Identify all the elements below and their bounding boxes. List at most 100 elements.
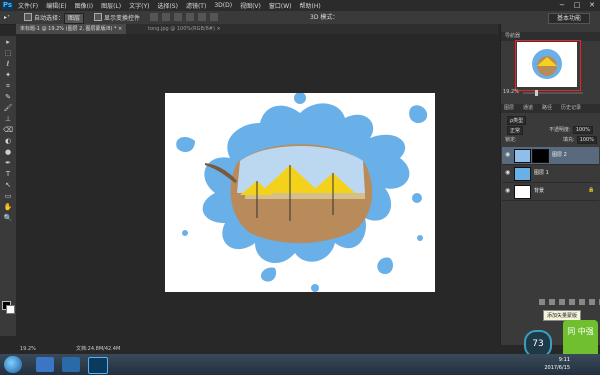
group-icon[interactable] [579, 299, 585, 305]
layer-name[interactable]: 背景 [534, 187, 544, 194]
navigator-zoom[interactable]: 19.2% [503, 89, 519, 95]
move-tool-icon[interactable]: ▸ [3, 38, 13, 47]
tab-layers[interactable]: 图层 [504, 104, 514, 113]
blend-mode-select[interactable]: 正常 [505, 126, 524, 135]
eye-icon[interactable]: ◉ [505, 187, 512, 194]
heal-brush-icon[interactable]: 🖌 [3, 104, 13, 113]
path-select-icon[interactable]: ↖ [3, 181, 13, 190]
layer-row-1[interactable]: ◉ 图层 1 [502, 165, 599, 183]
workspace-selector[interactable]: 基本功能 [548, 13, 590, 24]
link-icon[interactable] [539, 299, 545, 305]
zoom-tool-icon[interactable]: 🔍 [3, 214, 13, 223]
layer-name[interactable]: 图层 2 [552, 151, 567, 158]
crop-tool-icon[interactable]: ⌗ [3, 82, 13, 91]
close-button[interactable]: ✕ [586, 1, 598, 9]
window-controls: − □ ✕ [556, 1, 598, 9]
align-top-icon[interactable] [150, 13, 158, 21]
new-layer-icon[interactable] [589, 299, 595, 305]
menu-view[interactable]: 视图(V) [240, 1, 261, 10]
doc-size[interactable]: 文档:24.8M/42.4M [76, 345, 120, 354]
opacity-control[interactable]: 不透明度: 100% [549, 126, 593, 134]
eye-icon[interactable]: ◉ [505, 169, 512, 176]
tab-tong[interactable]: tong.jpg @ 100%(RGB/8#) × [144, 24, 225, 34]
dodge-tool-icon[interactable]: ● [3, 148, 13, 157]
gradient-tool-icon[interactable]: ◐ [3, 137, 13, 146]
menu-type[interactable]: 文字(Y) [129, 1, 149, 10]
fill-value[interactable]: 100% [576, 136, 597, 144]
tab-history[interactable]: 历史记录 [561, 104, 581, 113]
align-left-icon[interactable] [186, 13, 194, 21]
menu-layer[interactable]: 图层(L) [101, 1, 121, 10]
menu-window[interactable]: 窗口(W) [269, 1, 292, 10]
shape-tool-icon[interactable]: ▭ [3, 192, 13, 201]
shield-icon[interactable] [62, 357, 80, 372]
layer-row-background[interactable]: ◉ 背景 🔒 [502, 183, 599, 201]
layer-row-2[interactable]: ◉ 图层 2 [502, 147, 599, 165]
menu-file[interactable]: 文件(F) [18, 1, 38, 10]
tab-untitled[interactable]: 未标题-1 @ 19.2% (图层 2, 图层蒙版/8) * × [16, 24, 127, 34]
zoom-readout[interactable]: 19.2% [20, 345, 36, 354]
photoshop-icon[interactable] [88, 357, 108, 374]
clock[interactable]: 9:11 2017/6/15 [544, 356, 570, 372]
close-icon[interactable]: × [217, 26, 221, 32]
tab-paths[interactable]: 路径 [542, 104, 552, 113]
layer-thumbnail [514, 185, 531, 199]
clock-date: 2017/6/15 [544, 365, 570, 371]
auto-select-dropdown[interactable]: 图层 [64, 13, 85, 24]
photoshop-logo: Ps [2, 1, 13, 10]
layers-tabs: 图层 通道 路径 历史记录 [501, 104, 600, 113]
maximize-button[interactable]: □ [571, 1, 583, 9]
align-middle-icon[interactable] [162, 13, 170, 21]
show-transform-checkbox[interactable]: 显示变换控件 [94, 13, 140, 22]
align-right-icon[interactable] [210, 13, 218, 21]
hand-tool-icon[interactable]: ✋ [3, 203, 13, 212]
auto-select-checkbox[interactable]: 自动选择： [24, 13, 64, 22]
fill-control[interactable]: 填充: 100% [563, 136, 597, 144]
layer-mask-thumbnail[interactable] [532, 149, 549, 163]
slider-handle[interactable] [535, 90, 538, 96]
blend-value: 正常 [507, 126, 524, 135]
start-button[interactable] [4, 356, 22, 373]
layer-kind-filter[interactable]: ρ类型 [505, 116, 527, 125]
minimize-button[interactable]: − [556, 1, 568, 9]
layer-thumbnail [514, 167, 531, 181]
kind-value: ρ类型 [507, 116, 527, 125]
lasso-tool-icon[interactable]: ℓ [3, 60, 13, 69]
move-tool-icon[interactable]: ▸⁺ [4, 13, 10, 22]
navigator-thumbnail[interactable] [517, 42, 577, 87]
show-transform-label: 显示变换控件 [104, 15, 141, 22]
opacity-value[interactable]: 100% [572, 126, 593, 134]
align-icons [150, 13, 218, 21]
eraser-tool-icon[interactable]: ⌫ [3, 126, 13, 135]
marquee-tool-icon[interactable]: ⬚ [3, 49, 13, 58]
tab-channels[interactable]: 通道 [523, 104, 533, 113]
menu-image[interactable]: 图像(I) [75, 1, 93, 10]
adjustment-icon[interactable] [569, 299, 575, 305]
close-icon[interactable]: × [118, 26, 122, 32]
menu-help[interactable]: 帮助(H) [300, 1, 321, 10]
magic-wand-icon[interactable]: ✦ [3, 71, 13, 80]
document-canvas[interactable] [165, 92, 435, 292]
options-bar: ▸⁺ 自动选择： 图层 显示变换控件 3D 模式： [0, 11, 600, 25]
menu-select[interactable]: 选择(S) [157, 1, 178, 10]
align-center-icon[interactable] [198, 13, 206, 21]
mask-icon[interactable] [559, 299, 565, 305]
layer-name[interactable]: 图层 1 [534, 169, 549, 176]
taskbar: 9:11 2017/6/15 [0, 354, 600, 375]
type-tool-icon[interactable]: T [3, 170, 13, 179]
menu-3d[interactable]: 3D(D) [214, 2, 232, 9]
eye-icon[interactable]: ◉ [505, 151, 512, 158]
opacity-label: 不透明度: [549, 127, 571, 133]
fx-icon[interactable] [549, 299, 555, 305]
menu-edit[interactable]: 编辑(E) [46, 1, 66, 10]
menu-filter[interactable]: 滤镜(T) [186, 1, 206, 10]
pen-tool-icon[interactable]: ✒ [3, 159, 13, 168]
navigator-preview [532, 49, 562, 79]
lock-icon: 🔒 [588, 187, 595, 193]
eyedropper-icon[interactable]: ✎ [3, 93, 13, 102]
stamp-tool-icon[interactable]: ⊥ [3, 115, 13, 124]
ie-icon[interactable] [36, 357, 54, 372]
navigator-zoom-slider[interactable] [523, 90, 583, 96]
background-color[interactable] [6, 305, 15, 314]
align-bottom-icon[interactable] [174, 13, 182, 21]
